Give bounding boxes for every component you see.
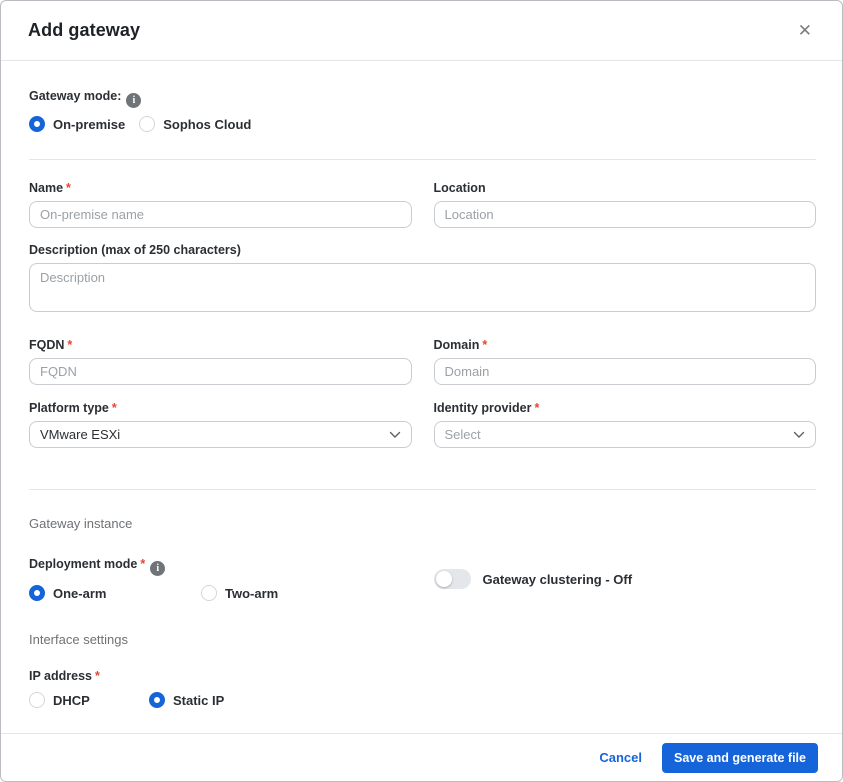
required-marker: * [534,401,539,415]
toggle-knob [436,571,452,587]
add-gateway-dialog: Add gateway ✕ Gateway mode:i On-premise … [0,0,843,782]
gateway-clustering-label: Gateway clustering - Off [483,572,633,587]
radio-two-arm[interactable]: Two-arm [201,585,278,601]
radio-selected-icon [149,692,165,708]
location-label: Location [434,181,817,195]
radio-static-ip[interactable]: Static IP [149,692,224,708]
info-icon[interactable]: i [150,561,165,576]
domain-label: Domain* [434,338,817,352]
location-field-group: Location [434,181,817,228]
required-marker: * [482,338,487,352]
platform-type-select[interactable]: VMware ESXi [29,421,412,448]
identity-provider-select[interactable]: Select [434,421,817,448]
radio-unselected-icon [139,116,155,132]
dialog-body: Gateway mode:i On-premise Sophos Cloud N… [1,61,842,735]
description-input[interactable] [29,263,816,312]
gateway-instance-section-label: Gateway instance [29,516,816,531]
fqdn-field-group: FQDN* [29,338,412,385]
required-marker: * [67,338,72,352]
dialog-footer: Cancel Save and generate file [1,733,842,781]
close-icon: ✕ [798,21,812,40]
dialog-header: Add gateway ✕ [1,1,842,61]
required-marker: * [66,181,71,195]
required-marker: * [140,557,145,571]
domain-field-group: Domain* [434,338,817,385]
name-label: Name* [29,181,412,195]
fqdn-label: FQDN* [29,338,412,352]
required-marker: * [112,401,117,415]
gateway-clustering-toggle[interactable] [434,569,471,589]
radio-unselected-icon [201,585,217,601]
divider [29,489,816,490]
close-button[interactable]: ✕ [794,18,816,43]
ip-address-mode-group: IP address* DHCP Static IP [29,669,816,708]
description-label: Description (max of 250 characters) [29,243,816,257]
chevron-down-icon [389,431,401,439]
gateway-mode-group: Gateway mode:i On-premise Sophos Cloud [29,89,816,132]
radio-unselected-icon [29,692,45,708]
divider [29,159,816,160]
description-field-group: Description (max of 250 characters) [29,243,816,317]
deployment-mode-label: Deployment mode*i [29,557,412,576]
gateway-mode-label: Gateway mode:i [29,89,816,108]
cancel-button[interactable]: Cancel [599,750,642,765]
required-marker: * [95,669,100,683]
radio-on-premise[interactable]: On-premise [29,116,125,132]
chevron-down-icon [793,431,805,439]
radio-one-arm[interactable]: One-arm [29,585,201,601]
info-icon[interactable]: i [126,93,141,108]
deployment-mode-group: Deployment mode*i One-arm Two-arm [29,557,412,601]
platform-type-field-group: Platform type* VMware ESXi [29,401,412,448]
name-input[interactable] [29,201,412,228]
fqdn-input[interactable] [29,358,412,385]
radio-selected-icon [29,116,45,132]
domain-input[interactable] [434,358,817,385]
platform-type-label: Platform type* [29,401,412,415]
radio-sophos-cloud[interactable]: Sophos Cloud [139,116,251,132]
gateway-clustering-group: Gateway clustering - Off [434,569,817,589]
identity-provider-field-group: Identity provider* Select [434,401,817,448]
identity-provider-label: Identity provider* [434,401,817,415]
save-and-generate-file-button[interactable]: Save and generate file [662,743,818,773]
location-input[interactable] [434,201,817,228]
page-title: Add gateway [28,20,140,41]
radio-dhcp[interactable]: DHCP [29,692,149,708]
interface-settings-section-label: Interface settings [29,632,816,647]
name-field-group: Name* [29,181,412,228]
ip-address-mode-label: IP address* [29,669,816,683]
radio-selected-icon [29,585,45,601]
